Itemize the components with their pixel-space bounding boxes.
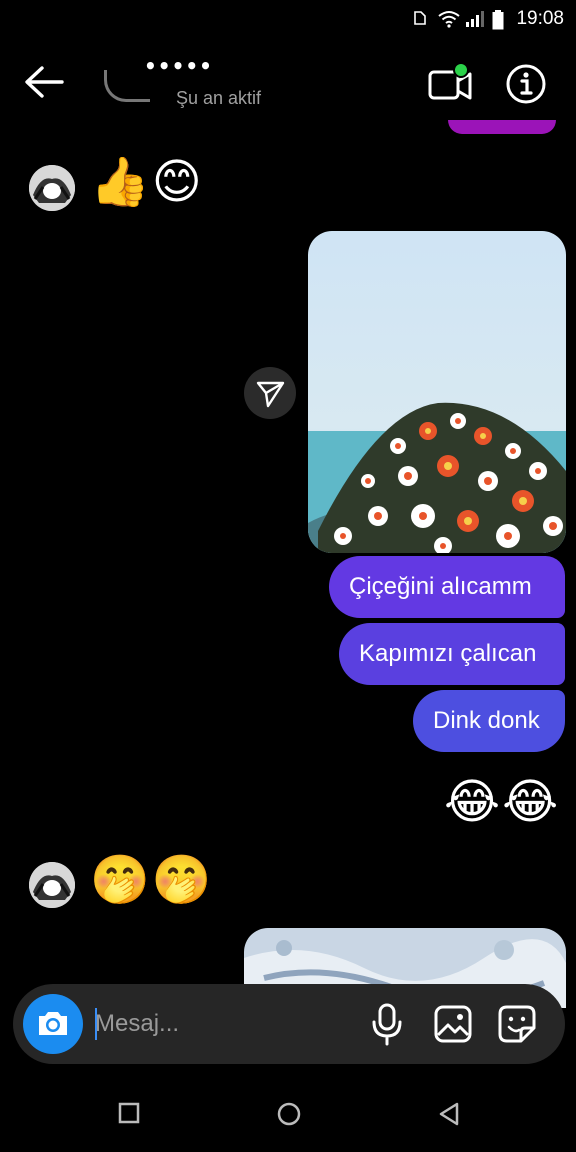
contact-status: Şu an aktif — [176, 88, 262, 108]
wifi-icon — [438, 11, 460, 28]
received-emoji-message[interactable]: 🤭🤭 — [90, 850, 214, 910]
notification-icon — [414, 11, 426, 25]
sent-message-bubble[interactable]: Kapımızı çalıcan — [339, 623, 565, 685]
microphone-icon[interactable] — [369, 1002, 405, 1046]
sent-emoji-message[interactable]: 😂😂 — [444, 772, 560, 832]
home-icon[interactable] — [276, 1102, 302, 1128]
message-input[interactable] — [95, 1004, 335, 1044]
sent-message-bubble[interactable]: Dink donk — [413, 690, 565, 752]
received-emoji-message[interactable]: 👍😊 — [90, 152, 204, 212]
previous-message-bubble — [448, 120, 556, 134]
signal-icon — [466, 11, 484, 27]
share-button[interactable] — [244, 367, 296, 419]
video-call-icon[interactable] — [426, 62, 474, 106]
sender-avatar[interactable] — [29, 165, 75, 211]
status-bar: 19:08 — [0, 0, 576, 36]
recents-icon[interactable] — [118, 1102, 140, 1124]
sender-avatar[interactable] — [29, 862, 75, 908]
sent-photo-flowers[interactable] — [308, 231, 566, 553]
gallery-icon[interactable] — [433, 1004, 473, 1044]
text-cursor — [95, 1008, 97, 1040]
back-nav-icon[interactable] — [438, 1102, 460, 1126]
battery-icon — [492, 10, 504, 30]
system-navigation-bar — [0, 1080, 576, 1152]
chat-header: ••••• Şu an aktif — [0, 40, 576, 124]
camera-button[interactable] — [23, 994, 83, 1054]
sent-message-bubble[interactable]: Çiçeğini alıcamm — [329, 556, 565, 618]
paper-plane-icon — [256, 381, 285, 408]
info-icon[interactable] — [504, 62, 548, 106]
contact-name[interactable]: ••••• — [144, 54, 213, 78]
message-composer — [13, 984, 565, 1064]
sticker-icon[interactable] — [497, 1004, 537, 1044]
status-time: 19:08 — [516, 8, 564, 29]
back-arrow-icon[interactable] — [22, 62, 66, 102]
camera-icon — [39, 1012, 67, 1035]
